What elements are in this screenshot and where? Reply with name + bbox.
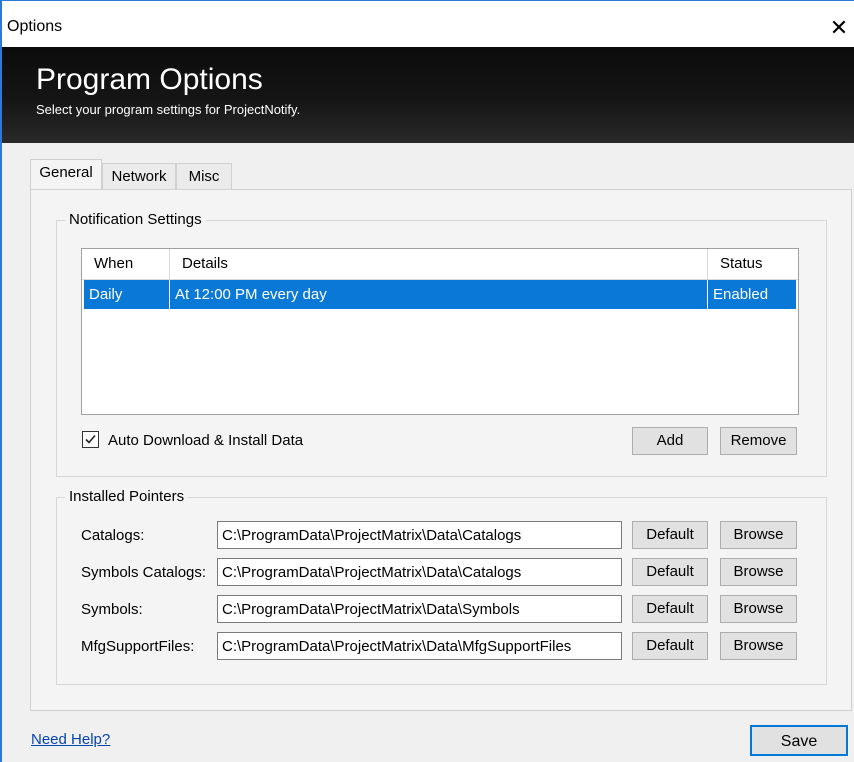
save-button[interactable]: Save	[750, 725, 848, 756]
tab-general[interactable]: General	[30, 159, 102, 189]
close-icon[interactable]: ✕	[824, 13, 854, 43]
auto-download-checkbox[interactable]	[82, 431, 99, 448]
symbols-label: Symbols:	[81, 601, 143, 618]
symbols-catalogs-browse-button[interactable]: Browse	[720, 558, 797, 586]
title-bar: Options ✕	[2, 1, 854, 47]
list-item[interactable]: Daily At 12:00 PM every day Enabled	[84, 280, 796, 309]
symbols-browse-button[interactable]: Browse	[720, 595, 797, 623]
symbols-catalogs-label: Symbols Catalogs:	[81, 564, 207, 581]
symbols-catalogs-default-button[interactable]: Default	[632, 558, 708, 586]
column-header-when[interactable]: When	[82, 249, 170, 279]
tab-network[interactable]: Network	[102, 163, 176, 189]
check-icon	[85, 434, 96, 444]
column-header-details[interactable]: Details	[170, 249, 708, 279]
need-help-link[interactable]: Need Help?	[31, 731, 110, 748]
catalogs-path-input[interactable]	[217, 521, 622, 549]
list-header: When Details Status	[82, 249, 798, 280]
symbols-default-button[interactable]: Default	[632, 595, 708, 623]
mfg-support-files-browse-button[interactable]: Browse	[720, 632, 797, 660]
header-banner: Program Options Select your program sett…	[2, 47, 854, 143]
options-window: Options ✕ Program Options Select your pr…	[0, 0, 854, 762]
list-cell-details: At 12:00 PM every day	[170, 280, 708, 309]
column-header-status[interactable]: Status	[708, 249, 798, 279]
tab-misc-label: Misc	[188, 168, 220, 185]
symbols-path-input[interactable]	[217, 595, 622, 623]
tab-misc[interactable]: Misc	[176, 163, 232, 189]
tab-general-label: General	[39, 164, 93, 181]
window-title: Options	[7, 18, 63, 35]
symbols-catalogs-path-input[interactable]	[217, 558, 622, 586]
catalogs-browse-button[interactable]: Browse	[720, 521, 797, 549]
mfg-support-files-path-input[interactable]	[217, 632, 622, 660]
notification-settings-legend: Notification Settings	[65, 211, 206, 228]
tab-network-label: Network	[111, 168, 167, 185]
auto-download-label: Auto Download & Install Data	[108, 432, 304, 449]
catalogs-label: Catalogs:	[81, 527, 145, 544]
notification-list[interactable]: When Details Status Daily At 12:00 PM ev…	[81, 248, 799, 415]
installed-pointers-legend: Installed Pointers	[65, 488, 189, 505]
add-button[interactable]: Add	[632, 427, 708, 455]
list-cell-when: Daily	[84, 280, 170, 309]
banner-subtitle: Select your program settings for Project…	[36, 102, 301, 117]
mfg-support-files-default-button[interactable]: Default	[632, 632, 708, 660]
banner-title: Program Options	[36, 63, 263, 96]
list-cell-status: Enabled	[713, 286, 769, 303]
catalogs-default-button[interactable]: Default	[632, 521, 708, 549]
remove-button[interactable]: Remove	[720, 427, 797, 455]
mfg-support-files-label: MfgSupportFiles:	[81, 638, 195, 655]
